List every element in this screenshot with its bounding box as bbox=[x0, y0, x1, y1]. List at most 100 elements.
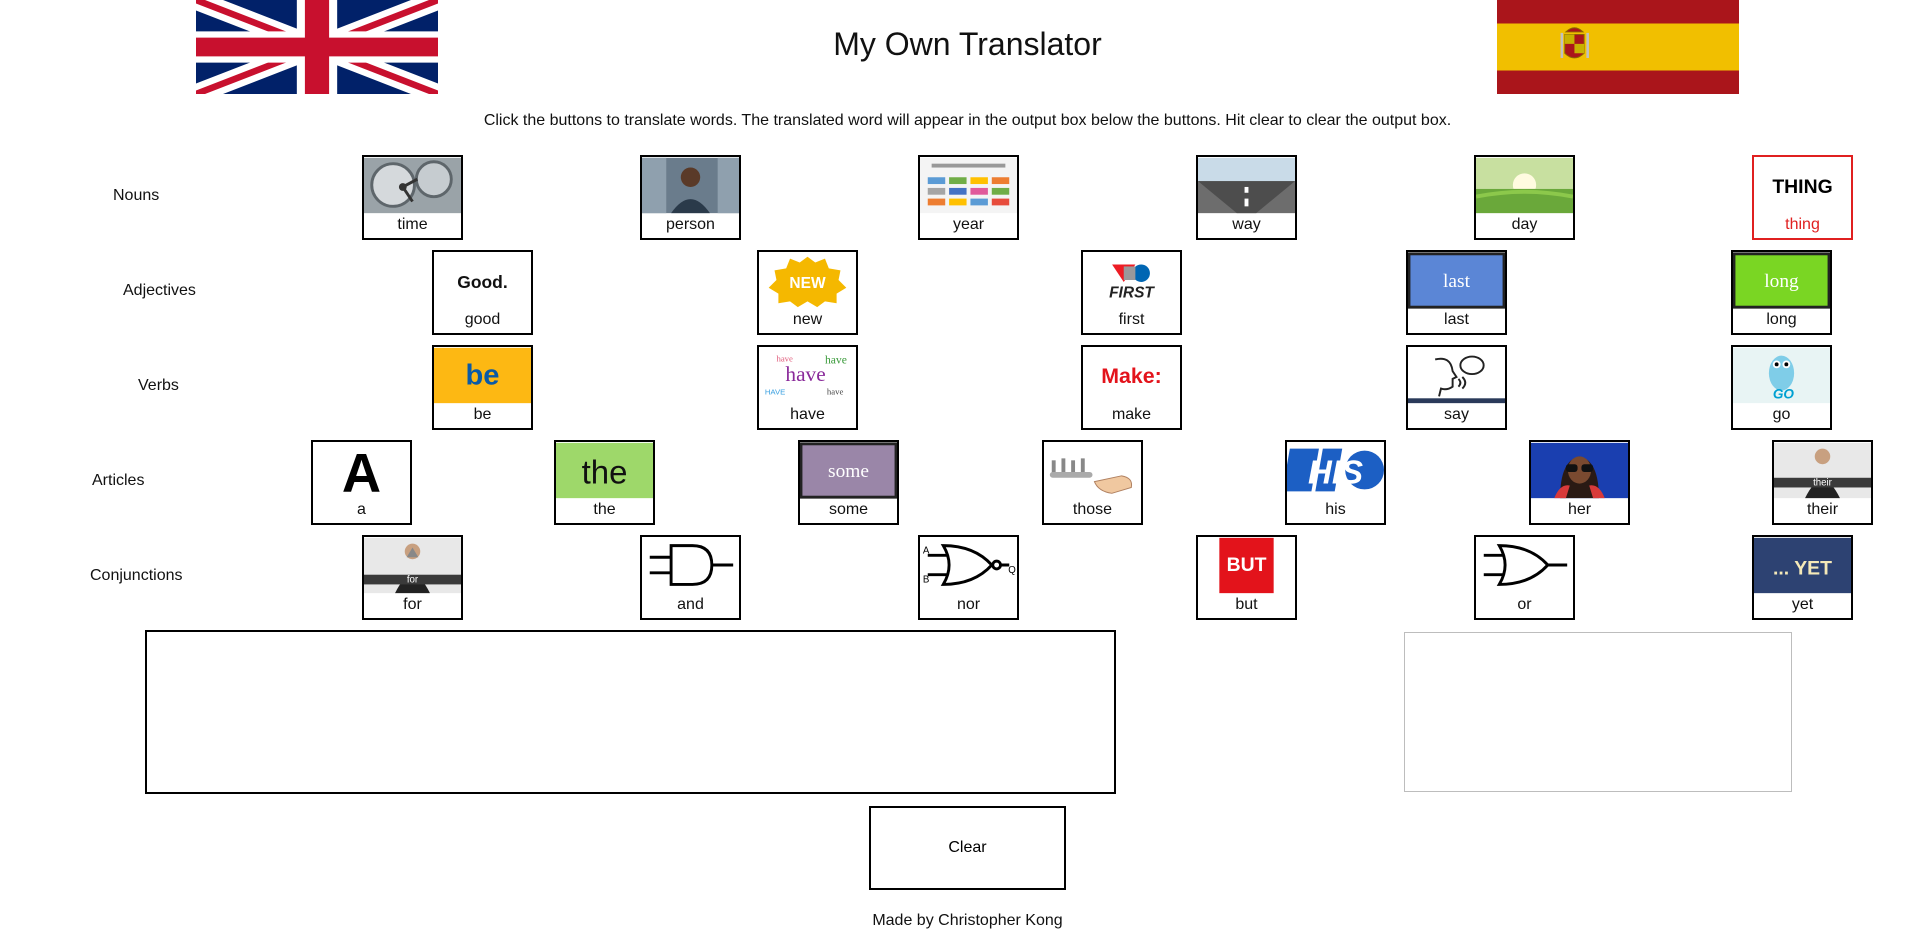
word-label: be bbox=[473, 406, 492, 423]
svg-text:... YET: ... YET bbox=[1773, 558, 1832, 580]
svg-text:have: have bbox=[785, 362, 825, 386]
letter-a-icon: A bbox=[313, 442, 410, 499]
word-button-time[interactable]: time bbox=[362, 155, 463, 240]
word-label: a bbox=[357, 501, 366, 518]
svg-text:THING: THING bbox=[1772, 176, 1832, 198]
word-label: long bbox=[1766, 311, 1797, 328]
word-label: yet bbox=[1791, 596, 1814, 613]
row-label-adjectives: Adjectives bbox=[123, 282, 196, 299]
word-label: have bbox=[790, 406, 825, 423]
good-text-icon: Good. bbox=[434, 252, 531, 309]
spanish-output-box[interactable] bbox=[1404, 632, 1792, 792]
word-label: year bbox=[952, 216, 985, 233]
word-button-but[interactable]: BUT but bbox=[1196, 535, 1297, 620]
svg-text:Make:: Make: bbox=[1101, 364, 1161, 388]
word-button-last[interactable]: last last bbox=[1406, 250, 1507, 335]
but-sign-icon: BUT bbox=[1198, 537, 1295, 594]
word-button-be[interactable]: be be bbox=[432, 345, 533, 430]
word-button-and[interactable]: and bbox=[640, 535, 741, 620]
word-label: or bbox=[1517, 596, 1532, 613]
word-label: for bbox=[403, 596, 422, 613]
clock-gears-icon bbox=[364, 157, 461, 214]
word-button-long[interactable]: long long bbox=[1731, 250, 1832, 335]
word-button-her[interactable]: her bbox=[1529, 440, 1630, 525]
months-of-year-icon bbox=[920, 157, 1017, 214]
svg-text:A: A bbox=[923, 545, 930, 556]
row-label-articles: Articles bbox=[92, 472, 145, 489]
page-title: My Own Translator bbox=[833, 26, 1102, 62]
word-label: but bbox=[1235, 596, 1258, 613]
row-label-nouns: Nouns bbox=[113, 187, 160, 204]
word-label: new bbox=[792, 311, 823, 328]
speaking-head-icon bbox=[1408, 347, 1505, 404]
svg-text:Q: Q bbox=[1008, 565, 1016, 576]
be-logo-icon: be bbox=[434, 347, 531, 404]
pointing-hand-icon bbox=[1044, 442, 1141, 499]
last-text-icon: last bbox=[1408, 252, 1505, 309]
word-button-make[interactable]: Make: make bbox=[1081, 345, 1182, 430]
word-button-yet[interactable]: ... YET yet bbox=[1752, 535, 1853, 620]
word-button-some[interactable]: some some bbox=[798, 440, 899, 525]
word-label: their bbox=[1806, 501, 1839, 518]
svg-text:their: their bbox=[1813, 478, 1833, 489]
english-output-box[interactable] bbox=[145, 630, 1116, 794]
word-label: day bbox=[1511, 216, 1538, 233]
svg-text:last: last bbox=[1443, 271, 1471, 292]
yet-text-icon: ... YET bbox=[1754, 537, 1851, 594]
word-label: time bbox=[397, 216, 428, 233]
word-button-say[interactable]: say bbox=[1406, 345, 1507, 430]
long-text-icon: long bbox=[1733, 252, 1830, 309]
word-label: last bbox=[1444, 311, 1469, 328]
new-badge-icon: NEW bbox=[759, 252, 856, 309]
word-label: those bbox=[1072, 501, 1113, 518]
word-button-his[interactable]: HIS his bbox=[1285, 440, 1386, 525]
svg-text:for: for bbox=[407, 574, 419, 585]
word-button-for[interactable]: for for bbox=[362, 535, 463, 620]
word-button-their[interactable]: their their bbox=[1772, 440, 1873, 525]
svg-text:BUT: BUT bbox=[1227, 554, 1267, 576]
word-button-have[interactable]: have have have HAVE have have bbox=[757, 345, 858, 430]
word-label: good bbox=[464, 311, 501, 328]
word-button-nor[interactable]: A B Q nor bbox=[918, 535, 1019, 620]
svg-text:the: the bbox=[582, 454, 628, 491]
word-label: some bbox=[828, 501, 869, 518]
word-button-new[interactable]: NEW new bbox=[757, 250, 858, 335]
word-button-a[interactable]: A a bbox=[311, 440, 412, 525]
svg-text:have: have bbox=[776, 353, 793, 363]
word-button-year[interactable]: year bbox=[918, 155, 1019, 240]
word-label: and bbox=[677, 596, 704, 613]
word-label: nor bbox=[956, 596, 981, 613]
word-label: make bbox=[1111, 406, 1152, 423]
word-button-day[interactable]: day bbox=[1474, 155, 1575, 240]
word-label: his bbox=[1325, 501, 1346, 518]
word-button-thing[interactable]: THING thing bbox=[1752, 155, 1853, 240]
nor-gate-icon: A B Q bbox=[920, 537, 1017, 594]
word-label: her bbox=[1567, 501, 1592, 518]
word-button-the[interactable]: the the bbox=[554, 440, 655, 525]
svg-text:HAVE: HAVE bbox=[765, 387, 786, 396]
word-button-or[interactable]: or bbox=[1474, 535, 1575, 620]
svg-text:be: be bbox=[466, 360, 500, 392]
make-text-icon: Make: bbox=[1083, 347, 1180, 404]
word-label: first bbox=[1118, 311, 1145, 328]
the-text-icon: the bbox=[556, 442, 653, 499]
for-sign-person-icon: for bbox=[364, 537, 461, 594]
word-button-first[interactable]: FIRST first bbox=[1081, 250, 1182, 335]
clear-button[interactable]: Clear bbox=[869, 806, 1066, 890]
svg-text:HIS: HIS bbox=[1308, 454, 1363, 491]
thing-text-icon: THING bbox=[1754, 157, 1851, 214]
his-logo-icon: HIS bbox=[1287, 442, 1384, 499]
word-label: person bbox=[666, 216, 715, 233]
svg-text:have: have bbox=[825, 353, 847, 366]
svg-text:have: have bbox=[827, 386, 844, 396]
word-button-those[interactable]: those bbox=[1042, 440, 1143, 525]
person-photo-icon bbox=[642, 157, 739, 214]
their-sign-person-icon: their bbox=[1774, 442, 1871, 499]
word-button-go[interactable]: GO go bbox=[1731, 345, 1832, 430]
svg-text:FIRST: FIRST bbox=[1109, 284, 1155, 301]
word-button-way[interactable]: way bbox=[1196, 155, 1297, 240]
word-button-good[interactable]: Good. good bbox=[432, 250, 533, 335]
svg-text:A: A bbox=[342, 442, 381, 499]
word-button-person[interactable]: person bbox=[640, 155, 741, 240]
word-label: thing bbox=[1785, 216, 1820, 233]
